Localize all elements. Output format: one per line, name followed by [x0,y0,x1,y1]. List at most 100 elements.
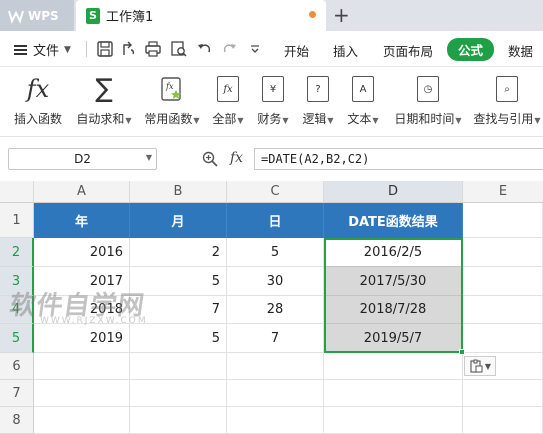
cell-c2[interactable]: 5 [227,238,324,267]
column-header-d[interactable]: D [324,181,463,203]
logical-label: 逻辑 [302,112,327,126]
tab-home[interactable]: 开始 [284,41,309,60]
redo-icon[interactable] [220,40,238,58]
cell-b4[interactable]: 7 [130,296,227,324]
column-header-c[interactable]: C [227,181,324,203]
cell-c1[interactable]: 日 [227,203,324,238]
clock-book-icon: ◷ [417,76,439,102]
cell-d7[interactable] [324,380,463,407]
cell-a1[interactable]: 年 [34,203,130,238]
common-functions-button[interactable]: fx 常用函数▼ [142,75,202,127]
chevron-down-icon: ▼ [145,153,152,162]
cell-d2[interactable]: 2016/2/5 [324,238,463,267]
row-header-2[interactable]: 2 [0,238,34,267]
spreadsheet-grid: A B C D E 1 2 3 4 5 6 7 8 年 月 日 DATE函数结果… [0,181,543,434]
cell-d5[interactable]: 2019/5/7 [324,324,463,353]
row-header-6[interactable]: 6 [0,353,34,380]
chevron-down-icon: ▼ [282,116,289,125]
print-preview-icon[interactable] [170,40,188,58]
file-menu-button[interactable]: 文件 ▼ [14,40,71,59]
fx-book-icon: fx [217,76,239,102]
row-header-5[interactable]: 5 [0,324,34,353]
cell-e7[interactable] [463,380,543,407]
zoom-icon[interactable] [202,151,218,167]
paste-options-button[interactable]: ▼ [464,356,496,376]
cell-b2[interactable]: 2 [130,238,227,267]
text-functions-label: 文本 [347,112,372,126]
wps-tab-label: WPS [28,8,59,23]
cell-a4[interactable]: 2018 [34,296,130,324]
financial-button[interactable]: ¥ 财务▼ [255,75,291,127]
name-box[interactable]: D2 ▼ [8,148,157,170]
cell-c6[interactable] [227,353,324,380]
column-header-b[interactable]: B [130,181,227,203]
text-functions-button[interactable]: A 文本▼ [345,75,381,127]
cell-d6[interactable] [324,353,463,380]
save-icon[interactable] [96,40,114,58]
export-icon[interactable] [120,40,138,58]
tab-insert[interactable]: 插入 [333,41,358,60]
cell-e2[interactable] [463,238,543,267]
cell-d8[interactable] [324,407,463,434]
chevron-down-icon: ▼ [237,116,244,125]
cell-c4[interactable]: 28 [227,296,324,324]
cell-d4[interactable]: 2018/7/28 [324,296,463,324]
cell-d1[interactable]: DATE函数结果 [324,203,463,238]
svg-text:fx: fx [165,82,174,91]
cell-c7[interactable] [227,380,324,407]
menu-bar: 文件 ▼ 开始 插入 页面布局 公式 数据 [0,31,543,67]
row-header-4[interactable]: 4 [0,296,34,324]
logical-button[interactable]: ? 逻辑▼ [300,75,336,127]
document-tab[interactable]: S 工作簿1 [76,0,326,31]
cell-a6[interactable] [34,353,130,380]
cell-b3[interactable]: 5 [130,267,227,296]
insert-function-button[interactable]: fx 插入函数 [12,75,64,127]
date-time-button[interactable]: ◷ 日期和时间▼ [392,75,464,127]
cell-c3[interactable]: 30 [227,267,324,296]
column-header-a[interactable]: A [34,181,130,203]
lookup-reference-button[interactable]: ⌕ 查找与引用▼ [472,75,542,127]
cell-c8[interactable] [227,407,324,434]
insert-function-fx-button[interactable]: fx [230,150,243,166]
undo-icon[interactable] [196,40,214,58]
cell-a3[interactable]: 2017 [34,267,130,296]
lookup-reference-label: 查找与引用 [473,112,534,126]
cell-a2[interactable]: 2016 [34,238,130,267]
cell-a5[interactable]: 2019 [34,324,130,353]
chevron-down-icon: ▼ [327,116,334,125]
row-header-3[interactable]: 3 [0,267,34,296]
tab-formulas[interactable]: 公式 [447,38,495,61]
all-functions-button[interactable]: fx 全部▼ [210,75,246,127]
cell-a8[interactable] [34,407,130,434]
cell-b5[interactable]: 5 [130,324,227,353]
new-tab-button[interactable]: + [333,4,350,26]
formula-input[interactable]: =DATE(A2,B2,C2) [254,148,543,170]
cell-e5[interactable] [463,324,543,353]
cell-e3[interactable] [463,267,543,296]
select-all-corner[interactable] [0,181,34,203]
clipboard-icon [470,359,483,373]
cell-b6[interactable] [130,353,227,380]
tab-data[interactable]: 数据 [508,41,533,60]
spreadsheet-icon: S [86,7,100,24]
fill-handle[interactable] [459,349,465,355]
cell-e8[interactable] [463,407,543,434]
row-header-7[interactable]: 7 [0,380,34,407]
cell-a7[interactable] [34,380,130,407]
cell-c5[interactable]: 7 [227,324,324,353]
cell-b1[interactable]: 月 [130,203,227,238]
column-header-e[interactable]: E [463,181,543,203]
wps-home-tab[interactable]: WPS [0,0,74,31]
document-tab-label: 工作簿1 [106,10,154,25]
cell-e4[interactable] [463,296,543,324]
cell-d3[interactable]: 2017/5/30 [324,267,463,296]
row-header-1[interactable]: 1 [0,203,34,238]
cell-b7[interactable] [130,380,227,407]
customize-toolbar-icon[interactable] [246,40,264,58]
autosum-button[interactable]: ∑ 自动求和▼ [74,74,134,127]
print-icon[interactable] [144,40,162,58]
cell-e1[interactable] [463,203,543,238]
tab-page-layout[interactable]: 页面布局 [383,41,433,60]
cell-b8[interactable] [130,407,227,434]
row-header-8[interactable]: 8 [0,407,34,434]
